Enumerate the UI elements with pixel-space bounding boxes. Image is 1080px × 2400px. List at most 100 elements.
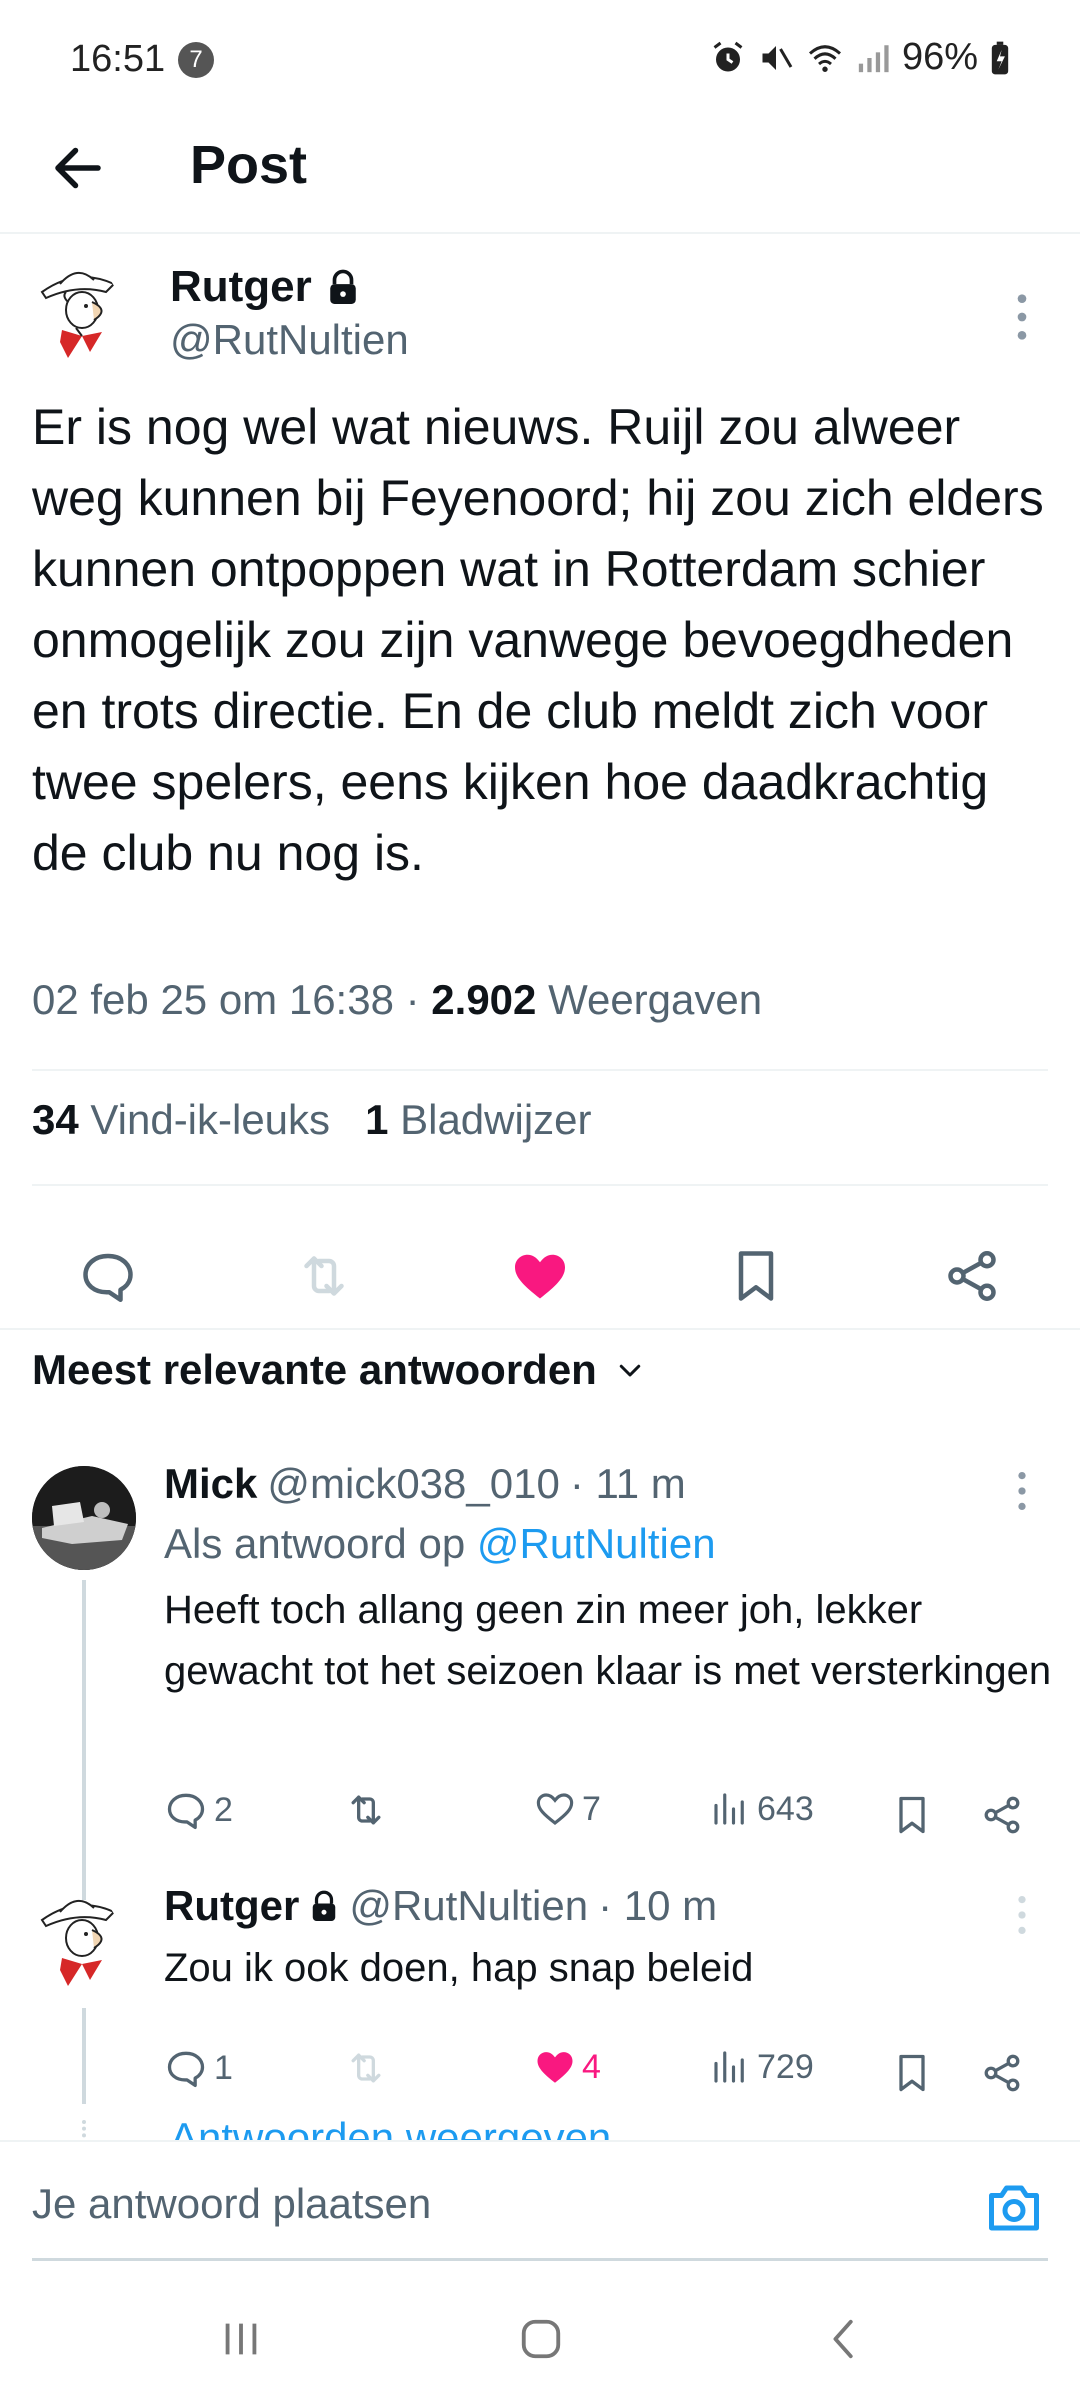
likes-stat[interactable]: 34 Vind-ik-leuks [32, 1096, 330, 1143]
home-icon[interactable] [518, 2316, 564, 2362]
mute-icon [762, 45, 793, 70]
reply-author-handle[interactable]: @RutNultien [349, 1882, 588, 1930]
divider [32, 1184, 1048, 1186]
meta-separator: · [405, 976, 420, 1023]
alarm-icon [713, 41, 743, 71]
views-count: 2.902 [431, 976, 537, 1023]
share-icon[interactable] [980, 2050, 1024, 2096]
input-underline [32, 2258, 1048, 2261]
avatar[interactable] [32, 1466, 136, 1570]
post-timestamp[interactable]: 02 feb 25 om 16:38 [32, 976, 394, 1023]
reply-actions: 1 4 729 [164, 2046, 1044, 2102]
repost-icon [351, 1795, 381, 1825]
views-chart-icon [714, 2051, 744, 2083]
post-author[interactable]: Rutger [170, 262, 360, 312]
cowboy-avatar-icon [40, 1900, 116, 1986]
share-icon[interactable] [980, 1792, 1024, 1838]
more-options-icon[interactable] [1012, 292, 1032, 342]
post-text: Er is nog wel wat nieuws. Ruijl zou alwe… [32, 399, 1044, 881]
view-count: 729 [757, 2047, 814, 2086]
reply-text: Heeft toch allang geen zin meer joh, lek… [164, 1588, 1052, 1693]
reply-button[interactable]: 1 [164, 2046, 233, 2090]
lock-icon [313, 1890, 336, 1921]
post-author-name: Rutger [170, 262, 312, 311]
thread-line [82, 2008, 86, 2104]
reply-icon [167, 2051, 205, 2088]
bookmark-icon[interactable] [890, 2050, 934, 2096]
post-actions [0, 1214, 1080, 1330]
reply-text: Zou ik ook doen, hap snap beleid [164, 1946, 754, 1990]
reply-icon [167, 1793, 205, 1830]
repost-icon[interactable] [294, 1246, 354, 1306]
status-bar: 16:51 7 96% [0, 0, 1080, 110]
divider [32, 1069, 1048, 1071]
like-button[interactable]: 4 [534, 2046, 601, 2088]
bookmark-icon[interactable] [726, 1246, 786, 1306]
reply-context: Als antwoord op @RutNultien [164, 1520, 716, 1568]
share-icon[interactable] [942, 1246, 1002, 1306]
post-stats: 34 Vind-ik-leuks 1 Bladwijzer [32, 1096, 592, 1144]
more-options-icon[interactable] [1012, 1470, 1032, 1512]
page-title: Post [190, 135, 308, 195]
profile-photo-icon [32, 1466, 136, 1570]
replies-sort-selector[interactable]: Meest relevante antwoorden [32, 1346, 645, 1394]
reply-header: Rutger @RutNultien · 10 m [164, 1882, 717, 1930]
views-button[interactable]: 729 [709, 2046, 814, 2088]
like-count: 7 [582, 1789, 601, 1828]
reply-compose-bar: Je antwoord plaatsen [0, 2140, 1080, 2270]
cowboy-avatar-icon [40, 272, 116, 358]
views-button[interactable]: 643 [709, 1788, 814, 1830]
likes-count: 34 [32, 1096, 79, 1143]
wifi-icon [808, 44, 841, 72]
signal-icon [858, 44, 889, 72]
like-heart-icon [537, 2052, 573, 2083]
avatar[interactable] [32, 262, 122, 372]
bookmark-icon[interactable] [890, 1792, 934, 1838]
camera-icon[interactable] [984, 2180, 1044, 2236]
reply-button[interactable]: 2 [164, 1788, 233, 1832]
status-time: 16:51 [70, 38, 166, 80]
battery-charging-icon [991, 41, 1009, 74]
like-count: 4 [582, 2047, 601, 2086]
view-count: 643 [757, 1789, 814, 1828]
reply-count: 1 [214, 2048, 233, 2087]
status-icons: 96% [710, 36, 1010, 79]
reply-count: 2 [214, 1790, 233, 1829]
more-options-icon[interactable] [1012, 1894, 1032, 1936]
repost-button[interactable] [344, 1788, 394, 1832]
battery-percentage: 96% [901, 36, 978, 78]
show-replies-link[interactable]: Antwoorden weergeven [170, 2108, 611, 2140]
like-heart-icon[interactable] [510, 1246, 570, 1306]
avatar[interactable] [32, 1890, 122, 2000]
thread-line [82, 1580, 86, 1900]
like-button[interactable]: 7 [534, 1788, 601, 1830]
lock-icon [330, 269, 356, 304]
replies-sort-label: Meest relevante antwoorden [32, 1346, 597, 1393]
likes-label: Vind-ik-leuks [90, 1096, 331, 1143]
back-arrow-icon[interactable] [48, 138, 108, 198]
reply-input[interactable]: Je antwoord plaatsen [32, 2180, 431, 2228]
notification-count-badge: 7 [178, 42, 214, 78]
bookmarks-stat[interactable]: 1 Bladwijzer [365, 1096, 591, 1143]
reply-author-handle[interactable]: @mick038_010 [267, 1460, 559, 1508]
heart-outline-icon [536, 1793, 574, 1825]
bookmarks-label: Bladwijzer [400, 1096, 592, 1143]
reply-icon[interactable] [78, 1246, 138, 1306]
recent-apps-icon[interactable] [218, 2316, 264, 2362]
views-chart-icon [714, 1793, 744, 1825]
reply-author-name[interactable]: Rutger [164, 1882, 299, 1930]
post-author-handle[interactable]: @RutNultien [170, 316, 409, 364]
repost-button[interactable] [344, 2046, 394, 2090]
bookmarks-count: 1 [365, 1096, 389, 1143]
post-meta: 02 feb 25 om 16:38 · 2.902 Weergaven [32, 976, 762, 1024]
chevron-down-icon [619, 1364, 641, 1377]
reply-actions: 2 7 643 [164, 1788, 1044, 1844]
system-navigation-bar [0, 2280, 1080, 2400]
reply-time: · 10 m [598, 1882, 718, 1929]
back-nav-icon[interactable] [822, 2316, 868, 2362]
reply-context-mention[interactable]: @RutNultien [477, 1520, 716, 1567]
top-app-bar: Post [0, 110, 1080, 234]
reply-author-name[interactable]: Mick [164, 1460, 257, 1508]
repost-icon [351, 2053, 381, 2083]
reply-header: Mick @mick038_010 · 11 m [164, 1460, 686, 1508]
